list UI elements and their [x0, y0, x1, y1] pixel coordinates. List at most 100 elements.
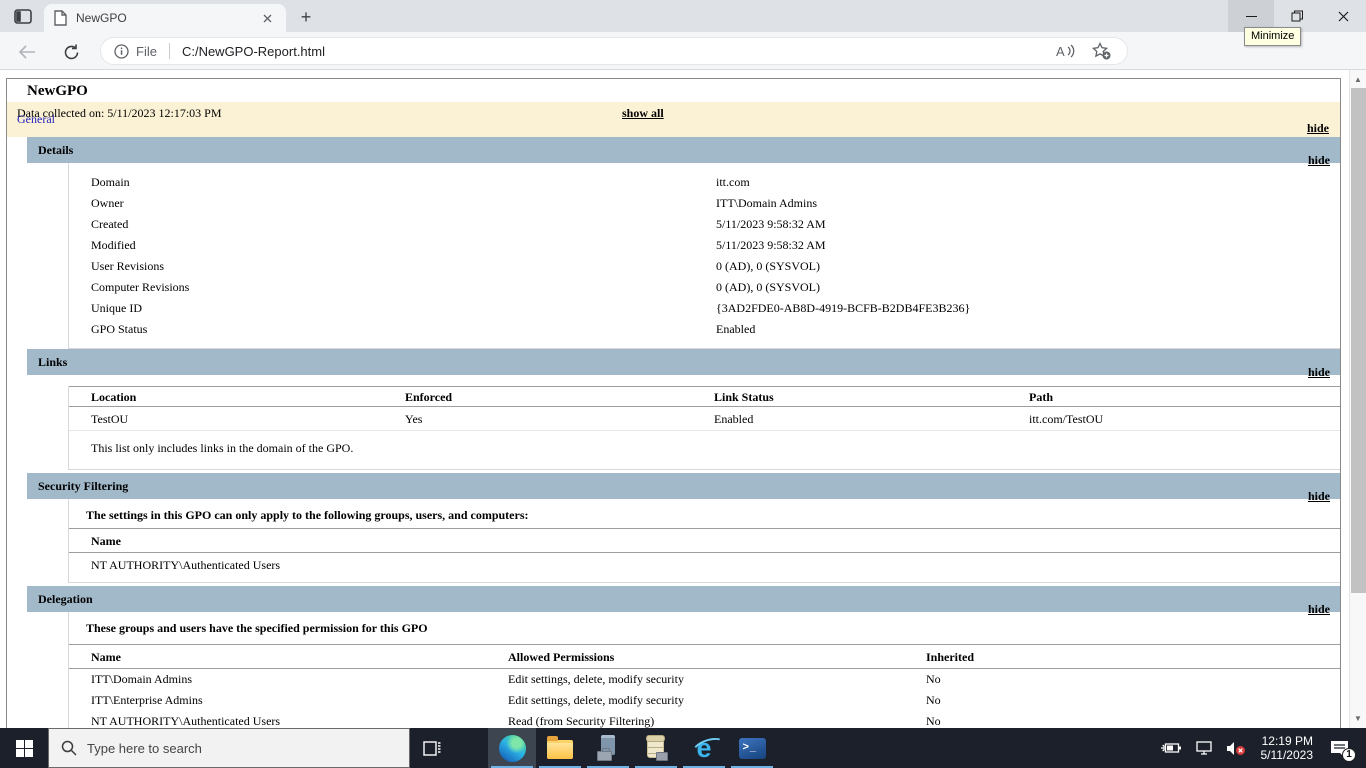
- web-page: NewGPO Data collected on: 5/11/2023 12:1…: [0, 70, 1349, 728]
- show-all-link[interactable]: show all: [622, 106, 664, 121]
- tab-actions-menu-icon[interactable]: [12, 7, 34, 25]
- cell: No: [926, 693, 941, 707]
- network-icon[interactable]: [1194, 740, 1214, 756]
- section-title: Links: [38, 355, 68, 369]
- scrollbar-thumb[interactable]: [1351, 88, 1366, 593]
- table-row: ITT\Domain Admins Edit settings, delete,…: [69, 669, 1340, 690]
- url-text[interactable]: C:/NewGPO-Report.html: [182, 44, 325, 59]
- table-row: NT AUTHORITY\Authenticated Users Read (f…: [69, 711, 1340, 728]
- scroll-down-icon[interactable]: ▼: [1350, 711, 1366, 726]
- url-scheme-label: File: [136, 43, 157, 59]
- tab-close-icon[interactable]: [258, 9, 276, 27]
- cell: No: [926, 714, 941, 728]
- delegation-table: These groups and users have the specifie…: [68, 612, 1340, 728]
- battery-icon[interactable]: [1160, 741, 1182, 755]
- section-title: Delegation: [38, 592, 93, 606]
- taskbar-app-file-explorer[interactable]: [536, 728, 584, 768]
- hide-link-general[interactable]: hide: [1307, 121, 1329, 136]
- cell: TestOU: [91, 412, 129, 426]
- row-value: Enabled: [716, 322, 756, 336]
- section-bar-delegation[interactable]: Delegation hide: [27, 586, 1340, 616]
- taskbar-search-input[interactable]: Type here to search: [48, 728, 410, 768]
- address-bar[interactable]: File C:/NewGPO-Report.html A: [100, 37, 1128, 65]
- new-tab-button[interactable]: +: [294, 6, 318, 28]
- general-section-link[interactable]: General: [17, 112, 55, 127]
- row-label: GPO Status: [91, 322, 148, 336]
- cell: NT AUTHORITY\Authenticated Users: [91, 714, 281, 728]
- table-row: NT AUTHORITY\Authenticated Users: [91, 558, 281, 572]
- search-placeholder: Type here to search: [87, 740, 202, 756]
- taskbar-app-edge[interactable]: [488, 728, 536, 768]
- row-label: Computer Revisions: [91, 280, 190, 294]
- action-center-button[interactable]: 1: [1330, 740, 1356, 762]
- gpo-report: NewGPO Data collected on: 5/11/2023 12:1…: [6, 78, 1341, 728]
- row-value: 0 (AD), 0 (SYSVOL): [716, 259, 820, 273]
- table-row: ITT\Enterprise Admins Edit settings, del…: [69, 690, 1340, 711]
- hide-link-links[interactable]: hide: [1308, 365, 1330, 380]
- row-value: 0 (AD), 0 (SYSVOL): [716, 280, 820, 294]
- system-tray: 12:19 PM 5/11/2023 1: [1154, 728, 1366, 768]
- table-header-row: Name Allowed Permissions Inherited: [69, 644, 1340, 669]
- table-row: TestOU Yes Enabled itt.com/TestOU: [69, 407, 1340, 431]
- clock-time: 12:19 PM: [1261, 734, 1313, 748]
- column-header: Path: [1029, 390, 1053, 404]
- cell: Read (from Security Filtering): [508, 714, 655, 728]
- row-label: Owner: [91, 196, 124, 210]
- file-explorer-icon: [547, 736, 573, 759]
- column-header: Name: [91, 650, 121, 664]
- cell: No: [926, 672, 941, 686]
- hide-link-details[interactable]: hide: [1308, 153, 1330, 168]
- cell: ITT\Domain Admins: [91, 672, 192, 686]
- table-header-row: Location Enforced Link Status Path: [69, 386, 1340, 407]
- table-row: Domain itt.com: [69, 172, 1340, 193]
- table-row: Unique ID {3AD2FDE0-AB8D-4919-BCFB-B2DB4F…: [69, 298, 1340, 319]
- windows-logo-icon: [15, 739, 33, 757]
- close-window-button[interactable]: [1320, 0, 1366, 32]
- section-bar-details[interactable]: Details hide: [27, 137, 1340, 167]
- row-label: Modified: [91, 238, 136, 252]
- task-view-icon: [423, 740, 441, 756]
- hide-link-security[interactable]: hide: [1308, 489, 1330, 504]
- column-header: Inherited: [926, 650, 974, 664]
- details-table: Domain itt.com Owner ITT\Domain Admins Cre…: [68, 163, 1340, 349]
- server-manager-icon: [595, 735, 621, 761]
- browser-tab[interactable]: NewGPO: [44, 4, 286, 32]
- taskbar-app-powershell[interactable]: >_: [728, 728, 776, 768]
- hide-link-delegation[interactable]: hide: [1308, 602, 1330, 617]
- table-row: Computer Revisions 0 (AD), 0 (SYSVOL): [69, 277, 1340, 298]
- tab-title: NewGPO: [76, 11, 127, 25]
- add-favorite-icon[interactable]: [1092, 42, 1111, 60]
- close-icon: [1338, 11, 1348, 21]
- scroll-up-icon[interactable]: ▲: [1350, 72, 1366, 87]
- row-label: Unique ID: [91, 301, 142, 315]
- task-view-button[interactable]: [410, 728, 454, 768]
- back-button[interactable]: [17, 42, 37, 62]
- refresh-button[interactable]: [61, 42, 81, 62]
- page-info-icon[interactable]: [114, 43, 129, 59]
- cell: Enabled: [714, 412, 754, 426]
- section-bar-security-filtering[interactable]: Security Filtering hide: [27, 473, 1340, 503]
- section-bar-links[interactable]: Links hide: [27, 349, 1340, 379]
- start-button[interactable]: [0, 728, 48, 768]
- volume-muted-icon[interactable]: [1226, 741, 1246, 756]
- taskbar-app-internet-explorer[interactable]: e: [680, 728, 728, 768]
- taskbar-app-group-policy-management[interactable]: [632, 728, 680, 768]
- section-intro: The settings in this GPO can only apply …: [86, 508, 529, 522]
- page-scrollbar[interactable]: ▲ ▼: [1349, 70, 1366, 728]
- notification-badge: 1: [1342, 747, 1356, 762]
- section-intro: These groups and users have the specifie…: [86, 621, 428, 635]
- column-header: Location: [91, 390, 137, 404]
- read-aloud-icon[interactable]: A: [1056, 43, 1076, 59]
- report-banner: Data collected on: 5/11/2023 12:17:03 PM…: [7, 102, 1340, 137]
- taskbar-app-server-manager[interactable]: [584, 728, 632, 768]
- restore-icon: [1291, 10, 1303, 22]
- section-title: Details: [38, 143, 74, 157]
- page-favicon-icon: [54, 10, 67, 26]
- cell: Edit settings, delete, modify security: [508, 693, 684, 707]
- table-row: Owner ITT\Domain Admins: [69, 193, 1340, 214]
- row-label: Domain: [91, 175, 130, 189]
- row-value: 5/11/2023 9:58:32 AM: [716, 238, 826, 252]
- taskbar-clock[interactable]: 12:19 PM 5/11/2023: [1261, 734, 1314, 762]
- security-filtering-table: The settings in this GPO can only apply …: [68, 499, 1340, 583]
- column-header: Link Status: [714, 390, 774, 404]
